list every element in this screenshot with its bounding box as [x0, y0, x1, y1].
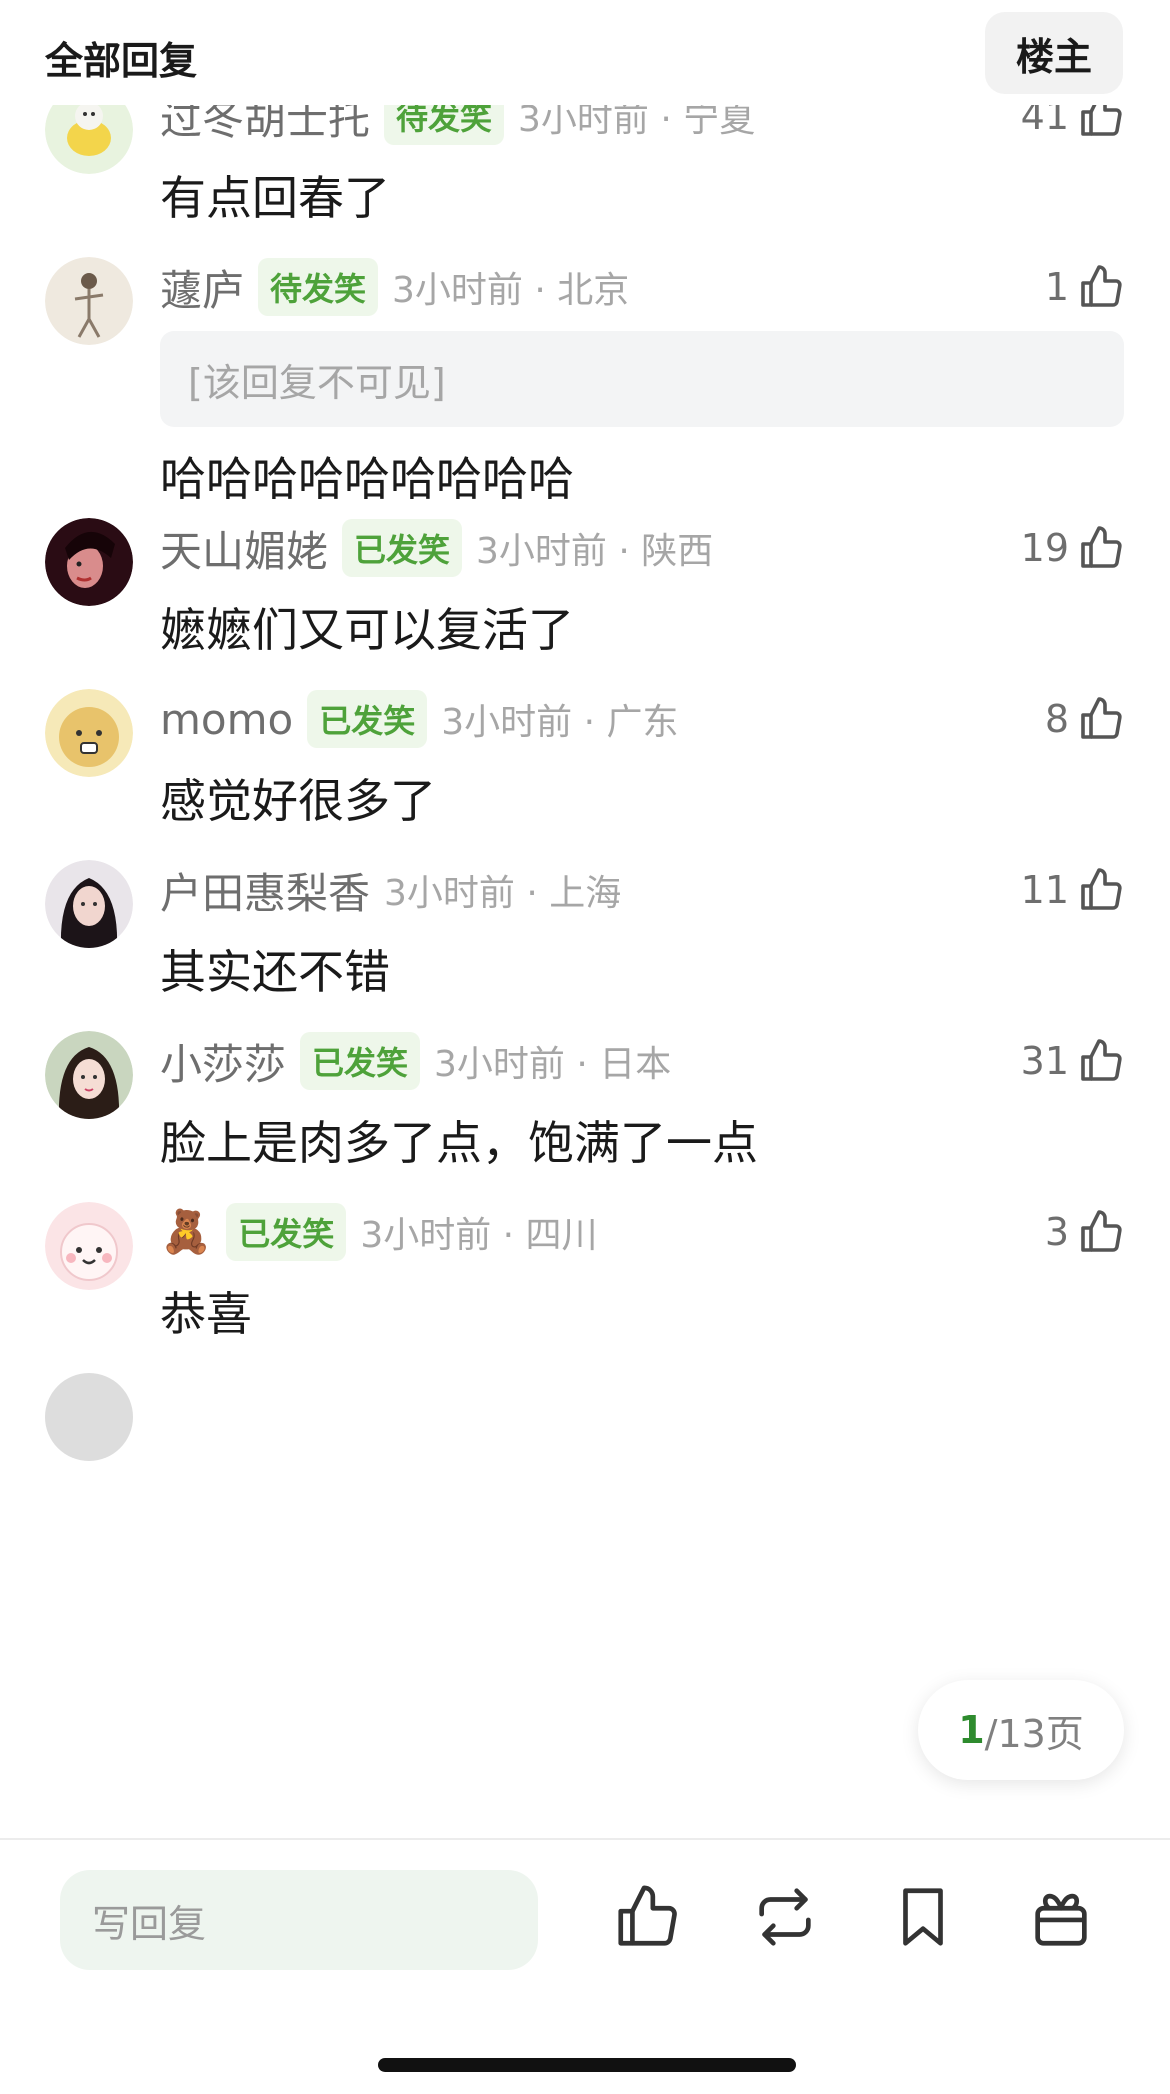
- like-button[interactable]: 31: [1021, 1031, 1125, 1091]
- avatar[interactable]: [45, 1031, 133, 1119]
- like-count: 19: [1020, 526, 1069, 570]
- username[interactable]: 蘧庐: [160, 257, 244, 318]
- reply-input[interactable]: 写回复: [60, 1870, 538, 1970]
- gift-icon: [1035, 1893, 1087, 1946]
- comment-text: 感觉好很多了: [160, 774, 436, 828]
- avatar[interactable]: [45, 518, 133, 606]
- status-badge: 已发笑: [226, 1203, 347, 1261]
- like-button[interactable]: 11: [1021, 860, 1125, 920]
- like-button[interactable]: 8: [1045, 689, 1125, 749]
- avatar[interactable]: [45, 689, 133, 777]
- comment-meta: 3小时前 · 四川: [360, 1215, 598, 1256]
- like-count: 8: [1044, 697, 1069, 741]
- username[interactable]: 天山媚姥: [160, 518, 328, 579]
- thumbs-up-icon: [1081, 697, 1122, 739]
- comment-text: 恭喜: [160, 1287, 252, 1341]
- status-badge: 已发笑: [300, 1032, 421, 1090]
- status-badge: 已发笑: [307, 690, 428, 748]
- comment-text: 嬷嬷们又可以复活了: [160, 603, 574, 657]
- avatar[interactable]: [45, 1202, 133, 1290]
- thumbs-up-icon: [618, 1885, 677, 1946]
- avatar[interactable]: [45, 860, 133, 948]
- like-count: 11: [1020, 868, 1069, 912]
- like-button[interactable]: 3: [1045, 1202, 1125, 1262]
- avatar[interactable]: [45, 257, 133, 345]
- hidden-reply-quote: [该回复不可见]: [160, 331, 1124, 427]
- comment-meta: 3小时前 · 北京: [392, 270, 630, 311]
- bottom-action-bar: 写回复: [0, 1838, 1170, 2094]
- home-indicator: [378, 2058, 796, 2072]
- thumbs-up-icon: [1081, 265, 1122, 307]
- status-badge: 已发笑: [342, 519, 463, 577]
- username[interactable]: 🧸: [160, 1207, 212, 1257]
- page-title: 全部回复: [45, 39, 198, 83]
- repost-icon: [759, 1888, 811, 1946]
- username[interactable]: 户田惠梨香: [160, 860, 370, 921]
- thumbs-up-icon: [1081, 1210, 1122, 1252]
- like-button[interactable]: 1: [1045, 257, 1125, 317]
- like-post-button[interactable]: [612, 1882, 682, 1952]
- comment-list: 过冬胡士托 待发笑 3小时前 · 宁夏 41 有点回春了 蘧庐 待发笑 3小时前…: [0, 0, 1170, 1838]
- like-count: 3: [1044, 1210, 1069, 1254]
- like-count: 1: [1044, 265, 1069, 309]
- username[interactable]: momo: [160, 695, 293, 744]
- comment-meta: 3小时前 · 日本: [434, 1044, 672, 1085]
- thumbs-up-icon: [1081, 526, 1122, 568]
- header: 全部回复 楼主: [0, 0, 1170, 105]
- like-count: 31: [1020, 1039, 1069, 1083]
- bookmark-button[interactable]: [888, 1882, 958, 1952]
- status-badge: 待发笑: [258, 258, 379, 316]
- comment-meta: 3小时前 · 上海: [384, 873, 622, 914]
- repost-button[interactable]: [750, 1882, 820, 1952]
- avatar[interactable]: [45, 1373, 133, 1461]
- gift-button[interactable]: [1026, 1882, 1096, 1952]
- comment-meta: 3小时前 · 陕西: [476, 531, 714, 572]
- owner-filter-button[interactable]: 楼主: [985, 12, 1123, 94]
- thumbs-up-icon: [1081, 1039, 1122, 1081]
- thumbs-up-icon: [1081, 868, 1122, 910]
- comment-text: 哈哈哈哈哈哈哈哈哈: [160, 452, 574, 506]
- comment-text: 有点回春了: [160, 171, 390, 225]
- like-button[interactable]: 19: [1021, 518, 1125, 578]
- username[interactable]: 小莎莎: [160, 1031, 286, 1092]
- current-page: 1: [958, 1708, 985, 1752]
- bookmark-icon: [903, 1888, 943, 1946]
- total-pages: /13页: [984, 1711, 1084, 1756]
- pagination-indicator[interactable]: 1 /13页: [918, 1680, 1124, 1780]
- comment-text: 其实还不错: [160, 945, 390, 999]
- comment-text: 脸上是肉多了点，饱满了一点: [160, 1116, 758, 1170]
- comment-meta: 3小时前 · 广东: [441, 702, 679, 743]
